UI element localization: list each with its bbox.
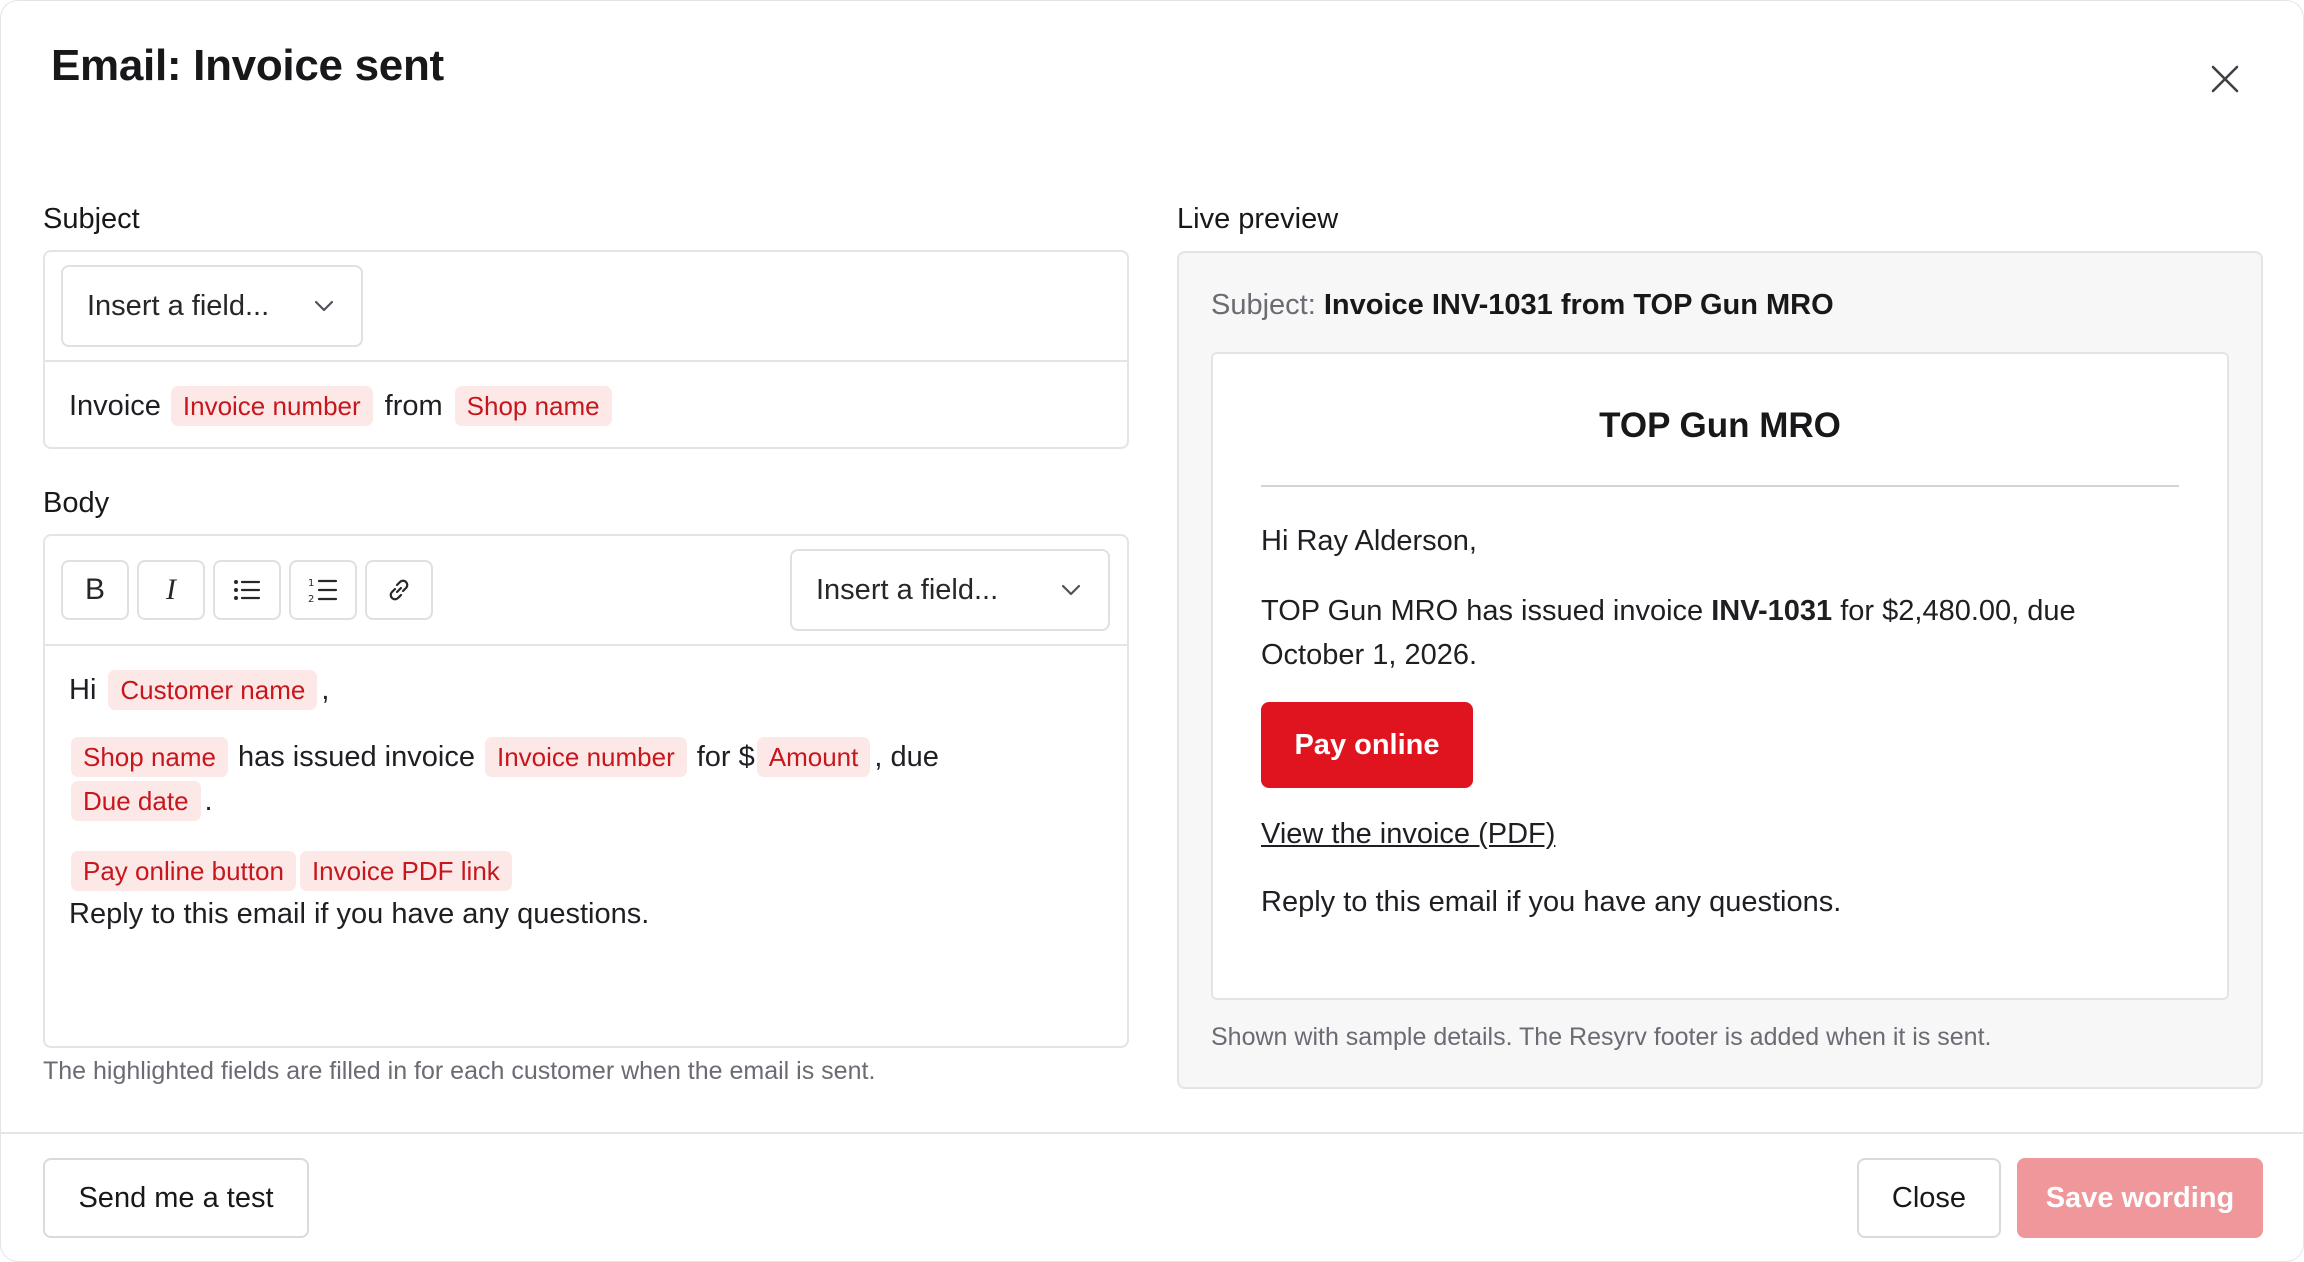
link-icon (389, 579, 409, 601)
body-text: Hi (69, 673, 97, 706)
field-chip-invoice-number[interactable]: Invoice number (170, 386, 373, 426)
save-wording-button[interactable]: Save wording (2017, 1158, 2263, 1238)
field-chip-shop-name[interactable]: Shop name (454, 386, 612, 426)
body-line[interactable]: Shop name has issued invoice Invoice num… (67, 735, 939, 779)
body-text: , due (874, 740, 939, 773)
field-chip-invoice-pdf-link[interactable]: Invoice PDF link (299, 851, 512, 891)
field-chip-customer-name[interactable]: Customer name (108, 670, 318, 710)
preview-invoice-number: INV-1031 (1711, 595, 1833, 627)
subject-text: from (384, 389, 443, 422)
preview-pdf-link[interactable]: View the invoice (PDF) (1261, 818, 1555, 851)
svg-text:1: 1 (308, 578, 314, 589)
subject-divider (45, 360, 1127, 362)
preview-message-line: October 1, 2026. (1261, 639, 1478, 671)
preview-subject-prefix: Subject: (1211, 289, 1316, 321)
subject-insert-field-label: Insert a field... (87, 289, 270, 322)
close-button[interactable]: Close (1857, 1158, 2001, 1238)
body-text: , (321, 673, 330, 706)
body-line[interactable]: Hi Customer name , (69, 668, 329, 712)
email-template-modal: Email: Invoice sent Subject Insert a fie… (0, 0, 2304, 1262)
link-button[interactable] (365, 560, 433, 620)
preview-subject: Subject: Invoice INV-1031 from TOP Gun M… (1211, 289, 1834, 322)
field-chip-pay-online-button[interactable]: Pay online button (71, 851, 296, 891)
body-line[interactable]: Pay online button Invoice PDF link (67, 849, 516, 893)
body-text: has issued invoice (237, 740, 475, 773)
bold-icon: B (84, 573, 105, 606)
send-test-button[interactable]: Send me a test (43, 1158, 309, 1238)
preview-subject-value: Invoice INV-1031 from TOP Gun MRO (1323, 289, 1834, 321)
field-chip-shop-name[interactable]: Shop name (71, 737, 228, 777)
close-icon[interactable] (2197, 51, 2253, 107)
bullet-list-button[interactable] (213, 560, 281, 620)
body-divider (45, 644, 1127, 646)
body-insert-field-select[interactable]: Insert a field... (790, 549, 1110, 631)
body-text: . (204, 784, 213, 817)
modal-title: Email: Invoice sent (51, 41, 444, 90)
preview-header-divider (1261, 485, 2179, 487)
body-insert-field-label: Insert a field... (816, 573, 999, 606)
body-help-text: The highlighted fields are filled in for… (43, 1057, 876, 1085)
svg-text:2: 2 (308, 594, 314, 604)
preview-shop-name: TOP Gun MRO (1599, 406, 1841, 445)
preview-pay-online-button[interactable]: Pay online (1261, 702, 1473, 788)
italic-button[interactable]: I (137, 560, 205, 620)
subject-text: Invoice (69, 389, 161, 422)
italic-icon: I (166, 573, 176, 606)
body-line[interactable]: Reply to this email if you have any ques… (69, 892, 649, 936)
live-preview-label: Live preview (1177, 203, 1339, 235)
body-text: for $ (696, 740, 755, 773)
field-chip-due-date[interactable]: Due date (71, 781, 201, 821)
field-chip-amount[interactable]: Amount (756, 737, 871, 777)
subject-insert-field-select[interactable]: Insert a field... (61, 265, 363, 347)
numbered-list-icon: 1 2 (308, 578, 338, 604)
footer-divider (1, 1132, 2303, 1134)
subject-label: Subject (43, 203, 140, 235)
subject-input[interactable]: Invoice Invoice number from Shop name (69, 384, 616, 428)
preview-message-line: TOP Gun MRO has issued invoice INV-1031 … (1261, 595, 2076, 628)
body-line[interactable]: Due date . (67, 779, 213, 823)
preview-note: Shown with sample details. The Resyrv fo… (1211, 1023, 1992, 1051)
preview-reply-text: Reply to this email if you have any ques… (1261, 886, 1842, 918)
field-chip-invoice-number[interactable]: Invoice number (484, 737, 687, 777)
preview-text: for $2,480.00, due (1840, 595, 2076, 627)
bullet-list-icon (234, 580, 261, 600)
body-label: Body (43, 487, 110, 519)
chevron-down-icon (314, 300, 334, 312)
numbered-list-button[interactable]: 1 2 (289, 560, 357, 620)
preview-text: TOP Gun MRO has issued invoice (1261, 595, 1704, 627)
preview-greeting: Hi Ray Alderson, (1261, 525, 1477, 557)
chevron-down-icon (1061, 584, 1081, 596)
bold-button[interactable]: B (61, 560, 129, 620)
